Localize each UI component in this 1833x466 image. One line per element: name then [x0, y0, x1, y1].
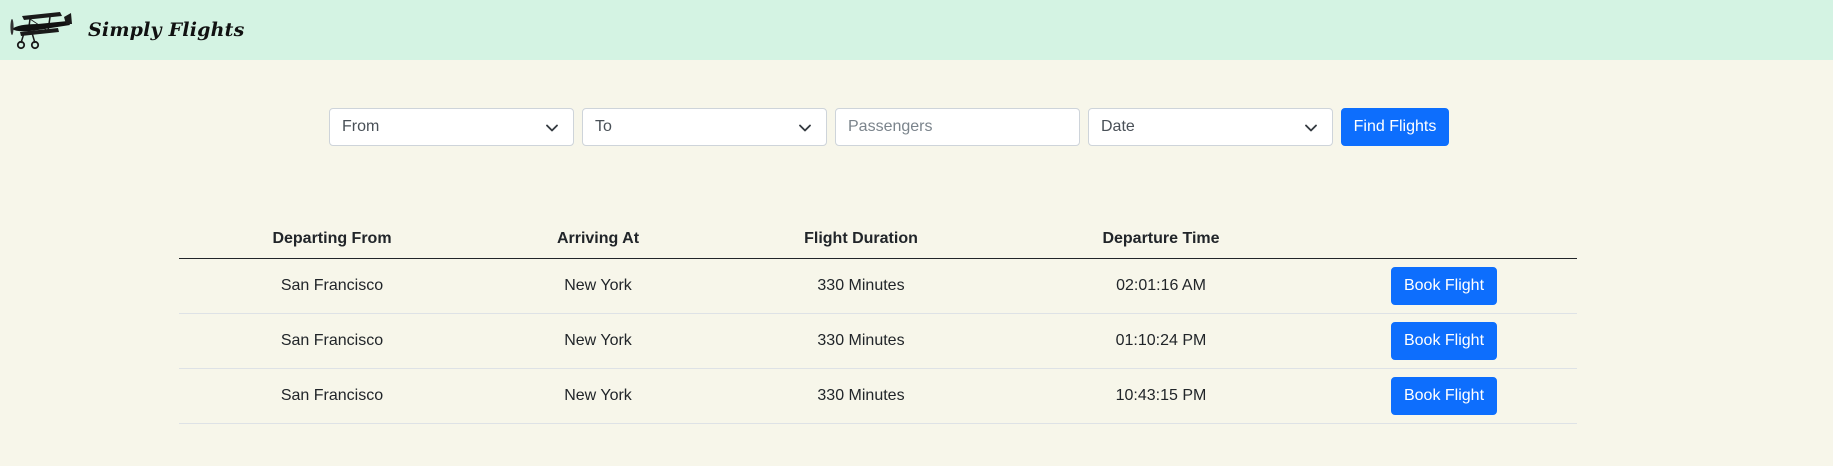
- cell-departing-from: San Francisco: [179, 313, 485, 369]
- cell-action: Book Flight: [1311, 368, 1577, 424]
- header-flight-duration: Flight Duration: [711, 220, 1011, 259]
- chevron-down-icon: [1305, 124, 1317, 132]
- navbar: Simply Flights: [0, 0, 1833, 60]
- book-flight-button[interactable]: Book Flight: [1391, 377, 1497, 415]
- biplane-icon: [10, 12, 72, 50]
- flight-search-form: From To Passengers Date Find Flights: [329, 108, 1449, 146]
- to-select[interactable]: To: [582, 108, 827, 146]
- passengers-placeholder: Passengers: [848, 118, 933, 135]
- cell-action: Book Flight: [1311, 313, 1577, 369]
- from-select-value: From: [342, 118, 380, 135]
- brand-link[interactable]: Simply Flights: [8, 7, 245, 53]
- find-flights-button[interactable]: Find Flights: [1341, 108, 1449, 146]
- brand-name: Simply Flights: [88, 19, 245, 41]
- from-select[interactable]: From: [329, 108, 574, 146]
- cell-departure-time: 01:10:24 PM: [1011, 313, 1311, 369]
- table-header-row: Departing From Arriving At Flight Durati…: [179, 220, 1577, 259]
- header-departure-time: Departure Time: [1011, 220, 1311, 259]
- passengers-input[interactable]: Passengers: [835, 108, 1080, 146]
- to-select-value: To: [595, 118, 612, 135]
- cell-departure-time: 10:43:15 PM: [1011, 368, 1311, 424]
- cell-departing-from: San Francisco: [179, 258, 485, 314]
- table-row: San Francisco New York 330 Minutes 10:43…: [179, 368, 1577, 424]
- cell-arriving-at: New York: [485, 368, 711, 424]
- chevron-down-icon: [799, 124, 811, 132]
- book-flight-button[interactable]: Book Flight: [1391, 322, 1497, 360]
- cell-flight-duration: 330 Minutes: [711, 368, 1011, 424]
- date-select-value: Date: [1101, 118, 1135, 135]
- cell-arriving-at: New York: [485, 313, 711, 369]
- book-flight-button[interactable]: Book Flight: [1391, 267, 1497, 305]
- header-action: [1311, 220, 1577, 259]
- chevron-down-icon: [546, 124, 558, 132]
- flights-table: Departing From Arriving At Flight Durati…: [179, 220, 1577, 424]
- table-row: San Francisco New York 330 Minutes 02:01…: [179, 258, 1577, 314]
- cell-departing-from: San Francisco: [179, 368, 485, 424]
- cell-flight-duration: 330 Minutes: [711, 258, 1011, 314]
- header-arriving-at: Arriving At: [485, 220, 711, 259]
- cell-departure-time: 02:01:16 AM: [1011, 258, 1311, 314]
- date-select[interactable]: Date: [1088, 108, 1333, 146]
- cell-arriving-at: New York: [485, 258, 711, 314]
- table-row: San Francisco New York 330 Minutes 01:10…: [179, 313, 1577, 369]
- cell-flight-duration: 330 Minutes: [711, 313, 1011, 369]
- cell-action: Book Flight: [1311, 258, 1577, 314]
- header-departing-from: Departing From: [179, 220, 485, 259]
